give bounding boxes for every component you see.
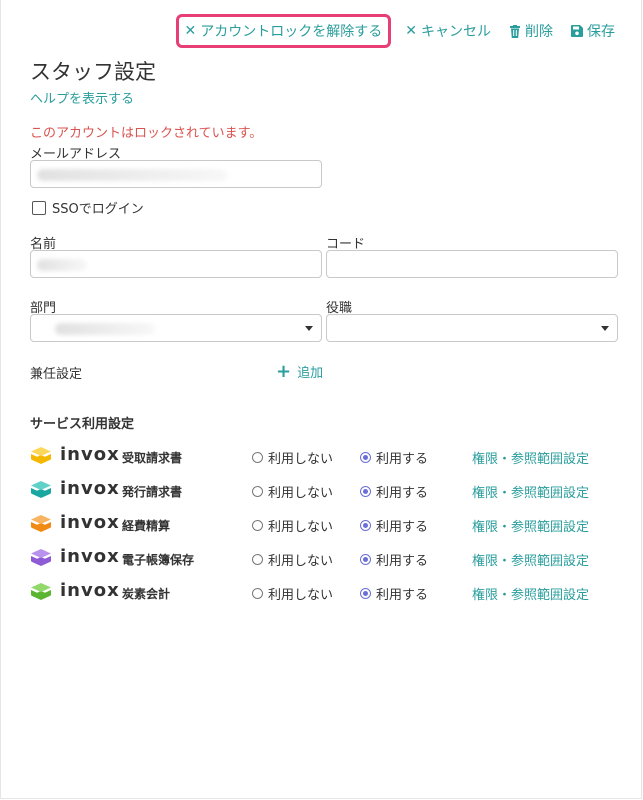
invox-logo-icon	[31, 583, 51, 600]
service-on-label: 利用する	[376, 452, 429, 467]
service-name: 電子帳簿保存	[122, 553, 195, 567]
save-label: 保存	[587, 24, 615, 40]
name-field[interactable]	[30, 250, 322, 278]
position-select[interactable]	[326, 314, 618, 342]
trash-icon	[510, 24, 520, 38]
service-settings-title: サービス利用設定	[30, 417, 135, 432]
service-row: invox 経費精算 利用しない 利用する 権限・参照範囲設定	[30, 512, 620, 536]
service-on-radio[interactable]: 利用する	[360, 584, 428, 603]
service-brand: invox	[60, 512, 120, 533]
redacted-value	[37, 169, 227, 181]
concurrent-assignment-label: 兼任設定	[30, 367, 83, 382]
redacted-value	[55, 323, 155, 335]
radio-button-selected[interactable]	[360, 520, 371, 531]
service-row: invox 発行請求書 利用しない 利用する 権限・参照範囲設定	[30, 478, 620, 502]
save-button[interactable]: 保存	[571, 21, 615, 41]
service-on-label: 利用する	[376, 554, 429, 569]
service-name: 炭素会計	[122, 587, 171, 601]
service-off-label: 利用しない	[268, 452, 334, 467]
account-locked-message: このアカウントはロックされています。	[30, 126, 263, 141]
invox-logo-icon	[31, 447, 51, 464]
delete-label: 削除	[525, 24, 553, 40]
service-on-radio[interactable]: 利用する	[360, 550, 428, 569]
service-on-radio[interactable]: 利用する	[360, 516, 428, 535]
email-field[interactable]	[30, 160, 322, 188]
caret-down-icon	[305, 326, 313, 331]
add-label: 追加	[297, 366, 324, 381]
department-select[interactable]	[30, 314, 322, 342]
permission-settings-link[interactable]: 権限・参照範囲設定	[472, 448, 589, 467]
service-brand: invox	[60, 478, 120, 499]
service-on-radio[interactable]: 利用する	[360, 482, 428, 501]
toolbar: ✕ アカウントロックを解除する ✕ キャンセル 削除 保存	[175, 14, 615, 48]
invox-logo-icon	[31, 481, 51, 498]
invox-logo-icon	[31, 515, 51, 532]
service-off-radio[interactable]: 利用しない	[252, 482, 333, 501]
sso-login-label: SSOでログイン	[52, 202, 144, 217]
radio-button[interactable]	[252, 588, 263, 599]
service-row: invox 電子帳簿保存 利用しない 利用する 権限・参照範囲設定	[30, 546, 620, 570]
service-off-label: 利用しない	[268, 554, 334, 569]
service-off-radio[interactable]: 利用しない	[252, 516, 333, 535]
floppy-disk-icon	[571, 25, 583, 37]
radio-button-selected[interactable]	[360, 554, 371, 565]
permission-settings-link[interactable]: 権限・参照範囲設定	[472, 584, 589, 603]
cancel-button[interactable]: ✕ キャンセル	[405, 21, 491, 41]
redacted-value	[37, 259, 87, 271]
cancel-label: キャンセル	[421, 24, 491, 40]
checkbox[interactable]	[32, 200, 46, 215]
radio-button-selected[interactable]	[360, 486, 371, 497]
close-icon: ✕	[405, 23, 417, 39]
service-on-label: 利用する	[376, 520, 429, 535]
delete-button[interactable]: 削除	[509, 21, 553, 41]
service-off-radio[interactable]: 利用しない	[252, 550, 333, 569]
radio-button-selected[interactable]	[360, 588, 371, 599]
service-off-label: 利用しない	[268, 520, 334, 535]
service-name: 発行請求書	[122, 485, 183, 499]
page-title: スタッフ設定	[30, 60, 156, 84]
service-row: invox 受取請求書 利用しない 利用する 権限・参照範囲設定	[30, 444, 620, 468]
permission-settings-link[interactable]: 権限・参照範囲設定	[472, 550, 589, 569]
service-brand: invox	[60, 580, 120, 601]
service-row: invox 炭素会計 利用しない 利用する 権限・参照範囲設定	[30, 580, 620, 604]
service-off-label: 利用しない	[268, 588, 334, 603]
caret-down-icon	[601, 326, 609, 331]
service-off-radio[interactable]: 利用しない	[252, 448, 333, 467]
service-name: 受取請求書	[122, 451, 183, 465]
service-on-label: 利用する	[376, 588, 429, 603]
close-icon: ✕	[184, 23, 197, 39]
radio-button-selected[interactable]	[360, 452, 371, 463]
radio-button[interactable]	[252, 452, 263, 463]
invox-logo-icon	[31, 549, 51, 566]
radio-button[interactable]	[252, 520, 263, 531]
permission-settings-link[interactable]: 権限・参照範囲設定	[472, 516, 589, 535]
radio-button[interactable]	[252, 486, 263, 497]
unlock-account-label: アカウントロックを解除する	[200, 24, 383, 40]
service-on-label: 利用する	[376, 486, 429, 501]
plus-icon: +	[276, 360, 292, 382]
service-off-label: 利用しない	[268, 486, 334, 501]
service-brand: invox	[60, 444, 120, 465]
permission-settings-link[interactable]: 権限・参照範囲設定	[472, 482, 589, 501]
service-on-radio[interactable]: 利用する	[360, 448, 428, 467]
page-frame	[0, 0, 642, 799]
help-link[interactable]: ヘルプを表示する	[30, 88, 134, 107]
sso-login-checkbox[interactable]: SSOでログイン	[32, 198, 144, 217]
service-name: 経費精算	[122, 519, 171, 533]
add-concurrent-button[interactable]: + 追加	[276, 362, 323, 381]
unlock-account-button[interactable]: ✕ アカウントロックを解除する	[175, 14, 392, 48]
code-field[interactable]	[326, 250, 618, 278]
radio-button[interactable]	[252, 554, 263, 565]
service-brand: invox	[60, 546, 120, 567]
service-off-radio[interactable]: 利用しない	[252, 584, 333, 603]
